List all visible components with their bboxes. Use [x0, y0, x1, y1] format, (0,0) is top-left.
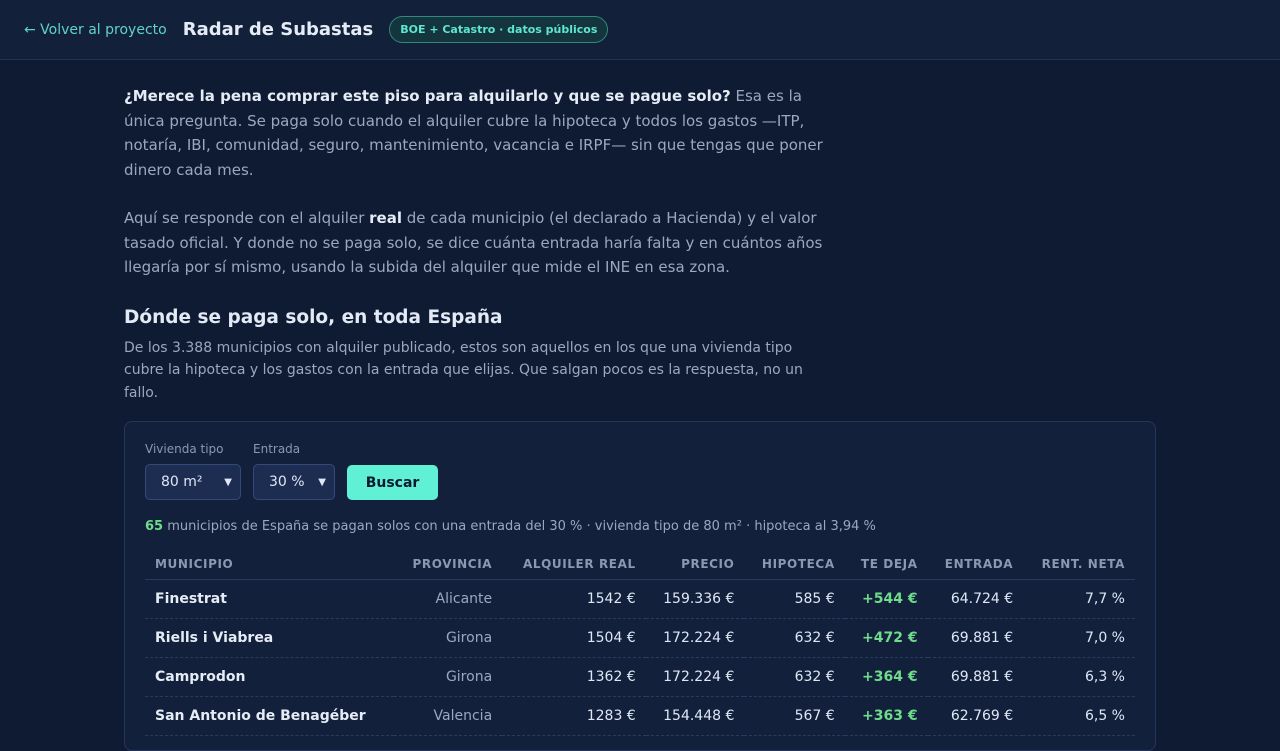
cell-municipio: Camprodon	[145, 657, 395, 697]
cell-hipoteca: 632 €	[744, 657, 845, 697]
cell-precio: 159.336 €	[645, 579, 745, 619]
cell-entrada: 69.881 €	[927, 657, 1024, 697]
table-row[interactable]: Riells i Viabrea Girona 1504 € 172.224 €…	[145, 618, 1135, 658]
cell-municipio: Finestrat	[145, 579, 395, 619]
cell-precio: 172.224 €	[645, 618, 745, 658]
cell-provincia: Girona	[394, 657, 503, 697]
col-entrada: Entrada	[927, 550, 1024, 580]
back-to-project-link[interactable]: ← Volver al proyecto	[24, 22, 167, 38]
cell-entrada: 62.769 €	[927, 696, 1024, 736]
cell-rent-neta: 6,3 %	[1023, 657, 1135, 697]
col-precio: Precio	[645, 550, 745, 580]
vivienda-control: Vivienda tipo 80 m² ▼	[145, 442, 241, 500]
vivienda-label: Vivienda tipo	[145, 442, 224, 456]
results-panel: Vivienda tipo 80 m² ▼ Entrada 30 % ▼ Bus…	[124, 421, 1156, 751]
col-hipoteca: Hipoteca	[744, 550, 845, 580]
col-rent-neta: Rent. neta	[1023, 550, 1135, 580]
intro-p2-start: Aquí se responde con el alquiler	[124, 209, 370, 227]
cell-precio: 154.448 €	[645, 696, 745, 736]
col-te-deja: Te deja	[844, 550, 928, 580]
table-row[interactable]: Camprodon Girona 1362 € 172.224 € 632 € …	[145, 657, 1135, 697]
cell-te-deja: +544 €	[844, 579, 928, 619]
entrada-control: Entrada 30 % ▼	[253, 442, 335, 500]
cell-entrada: 69.881 €	[927, 618, 1024, 658]
cell-te-deja: +472 €	[844, 618, 928, 658]
col-municipio: Municipio	[145, 550, 395, 580]
cell-alquiler: 1504 €	[502, 618, 646, 658]
entrada-label: Entrada	[253, 442, 301, 456]
results-summary: 65 municipios de España se pagan solos c…	[145, 519, 1135, 534]
results-summary-text: municipios de España se pagan solos con …	[163, 519, 876, 534]
top-bar: ← Volver al proyecto Radar de Subastas B…	[0, 0, 1280, 60]
cell-alquiler: 1362 €	[502, 657, 646, 697]
cell-precio: 172.224 €	[645, 657, 745, 697]
cell-hipoteca: 632 €	[744, 618, 845, 658]
filter-controls: Vivienda tipo 80 m² ▼ Entrada 30 % ▼ Bus…	[145, 442, 1135, 500]
cell-municipio: Riells i Viabrea	[145, 618, 395, 658]
cell-hipoteca: 567 €	[744, 696, 845, 736]
chevron-down-icon: ▼	[224, 476, 232, 488]
section-description: De los 3.388 municipios con alquiler pub…	[124, 339, 803, 401]
intro-text: ¿Merece la pena comprar este piso para a…	[124, 84, 836, 280]
col-provincia: Provincia	[394, 550, 503, 580]
search-button[interactable]: Buscar	[347, 465, 438, 500]
intro-paragraph-2: Aquí se responde con el alquiler real de…	[124, 206, 836, 280]
cell-provincia: Alicante	[394, 579, 503, 619]
vivienda-value: 80 m²	[161, 474, 203, 490]
app-title: Radar de Subastas	[182, 19, 374, 40]
cell-municipio: San Antonio de Benagéber	[145, 696, 395, 736]
cell-rent-neta: 6,5 %	[1023, 696, 1135, 736]
section-title: Dónde se paga solo, en toda España	[124, 306, 503, 328]
results-count: 65	[145, 519, 164, 534]
cell-rent-neta: 7,7 %	[1023, 579, 1135, 619]
cell-rent-neta: 7,0 %	[1023, 618, 1135, 658]
chevron-down-icon: ▼	[318, 476, 326, 488]
table-header-row: Municipio Provincia Alquiler real Precio…	[145, 550, 1135, 580]
entrada-select[interactable]: 30 % ▼	[253, 464, 335, 500]
cell-provincia: Girona	[394, 618, 503, 658]
main-content: ¿Merece la pena comprar este piso para a…	[124, 60, 1156, 751]
table-row[interactable]: San Antonio de Benagéber Valencia 1283 €…	[145, 696, 1135, 736]
intro-question: ¿Merece la pena comprar este piso para a…	[124, 87, 731, 105]
cell-te-deja: +363 €	[844, 696, 928, 736]
results-table: Municipio Provincia Alquiler real Precio…	[145, 550, 1135, 736]
vivienda-select[interactable]: 80 m² ▼	[145, 464, 241, 500]
cell-alquiler: 1283 €	[502, 696, 646, 736]
intro-paragraph-1: ¿Merece la pena comprar este piso para a…	[124, 84, 836, 182]
cell-te-deja: +364 €	[844, 657, 928, 697]
entrada-value: 30 %	[269, 474, 305, 490]
data-source-badge: BOE + Catastro · datos públicos	[389, 16, 609, 43]
col-alquiler-real: Alquiler real	[502, 550, 646, 580]
cell-hipoteca: 585 €	[744, 579, 845, 619]
table-row[interactable]: Finestrat Alicante 1542 € 159.336 € 585 …	[145, 579, 1135, 619]
cell-alquiler: 1542 €	[502, 579, 646, 619]
cell-provincia: Valencia	[394, 696, 503, 736]
intro-p2-bold: real	[369, 209, 402, 227]
cell-entrada: 64.724 €	[927, 579, 1024, 619]
